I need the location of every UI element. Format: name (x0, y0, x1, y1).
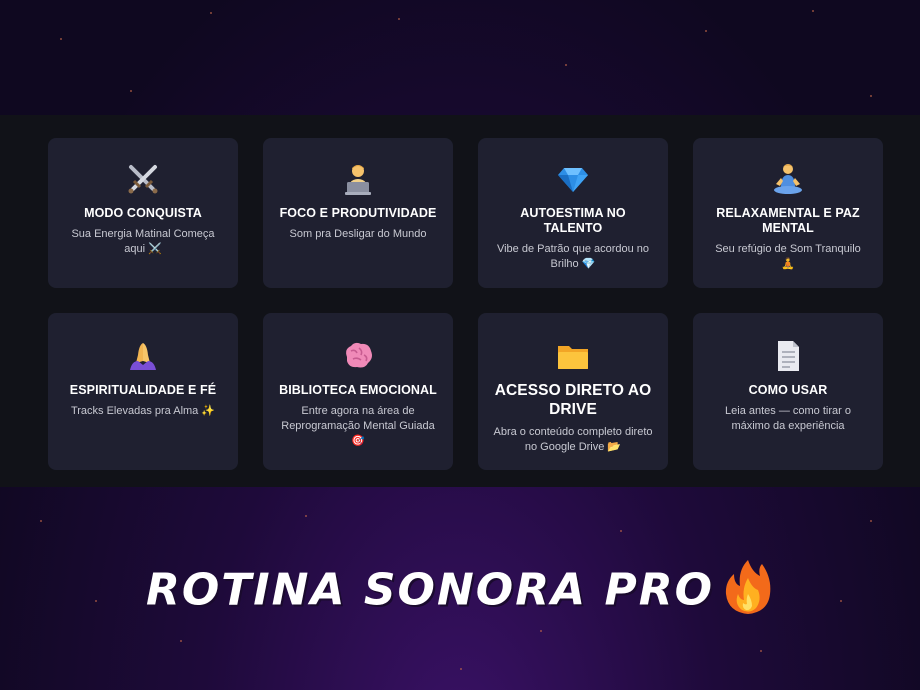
brand-title-banner: ROTINA SONORA PRO (0, 558, 920, 627)
card-title: MODO CONQUISTA (84, 206, 202, 220)
cards-panel: MODO CONQUISTA Sua Energia Matinal Começ… (0, 115, 920, 487)
brand-title: ROTINA SONORA PRO (146, 564, 714, 616)
card-title: ESPIRITUALIDADE E FÉ (69, 383, 217, 397)
card-autoestima-talento[interactable]: AUTOESTIMA NO TALENTO Vibe de Patrão que… (478, 138, 668, 288)
card-title: FOCO E PRODUTIVIDADE (279, 206, 437, 220)
card-espiritualidade[interactable]: ESPIRITUALIDADE E FÉ Tracks Elevadas pra… (48, 313, 238, 470)
card-title: AUTOESTIMA NO TALENTO (520, 206, 626, 235)
card-biblioteca-emocional[interactable]: BIBLIOTECA EMOCIONAL Entre agora na área… (263, 313, 453, 470)
card-description: Sua Energia Matinal Começa aqui ⚔️ (71, 228, 215, 255)
card-description: Tracks Elevadas pra Alma ✨ (70, 405, 216, 417)
card-description: Abra o conteúdo completo direto no Googl… (493, 426, 653, 453)
card-description: Vibe de Patrão que acordou no Brilho 💎 (496, 243, 650, 270)
meditation-icon (771, 162, 805, 196)
folder-icon (556, 339, 590, 373)
card-foco-produtividade[interactable]: FOCO E PRODUTIVIDADE Som pra Desligar do… (263, 138, 453, 288)
card-title: COMO USAR (748, 383, 828, 397)
diamond-icon (556, 162, 590, 196)
card-description: Entre agora na área de Reprogramação Men… (281, 405, 435, 447)
card-description: Seu refúgio de Som Tranquilo 🧘 (715, 243, 861, 270)
praying-hands-icon (126, 339, 160, 373)
card-acesso-drive[interactable]: ACESSO DIRETO AO DRIVE Abra o conteúdo c… (478, 313, 668, 470)
fire-icon (722, 558, 774, 627)
crossed-swords-icon (126, 162, 160, 196)
card-title: BIBLIOTECA EMOCIONAL (279, 383, 437, 397)
card-relaxamental[interactable]: RELAXAMENTAL E PAZ MENTAL Seu refúgio de… (693, 138, 883, 288)
brain-icon (341, 339, 375, 373)
card-description: Som pra Desligar do Mundo (289, 228, 427, 240)
document-icon (771, 339, 805, 373)
card-title: ACESSO DIRETO AO DRIVE (494, 382, 652, 418)
person-laptop-icon (341, 162, 375, 196)
card-description: Leia antes — como tirar o máximo da expe… (725, 405, 851, 432)
cards-grid: MODO CONQUISTA Sua Energia Matinal Começ… (48, 138, 883, 470)
card-como-usar[interactable]: COMO USAR Leia antes — como tirar o máxi… (693, 313, 883, 470)
card-modo-conquista[interactable]: MODO CONQUISTA Sua Energia Matinal Começ… (48, 138, 238, 288)
card-title: RELAXAMENTAL E PAZ MENTAL (716, 206, 860, 235)
